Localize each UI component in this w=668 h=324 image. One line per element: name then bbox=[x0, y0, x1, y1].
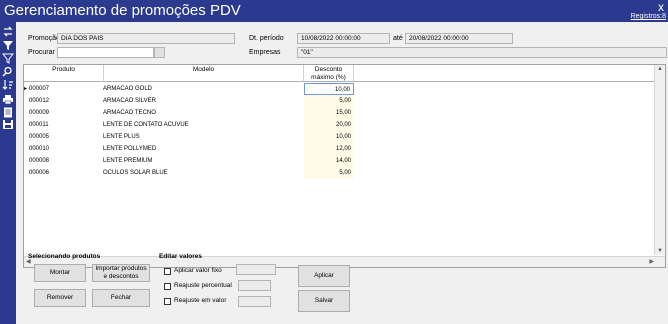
cell-produto[interactable]: 000009 bbox=[29, 107, 99, 119]
importar-button[interactable]: Importar produtos e descontos bbox=[92, 264, 150, 282]
side-toolbar bbox=[0, 22, 16, 324]
empresas-label: Empresas bbox=[249, 49, 281, 56]
procurar-input[interactable] bbox=[57, 47, 154, 58]
valor-fixo-input[interactable] bbox=[236, 264, 276, 275]
periodo-de-field[interactable]: 10/08/2022 00:00:00 bbox=[297, 33, 390, 44]
empresas-field[interactable]: "01" bbox=[297, 47, 667, 58]
cell-modelo[interactable]: ARMACAO SILVER bbox=[103, 95, 303, 107]
periodo-ate-field[interactable]: 20/08/2022 00:00:00 bbox=[405, 33, 513, 44]
cell-modelo[interactable]: LENTE DE CONTATO ACUVUE bbox=[103, 119, 303, 131]
table-row[interactable]: 000008 LENTE PREMIUM 14,00 bbox=[24, 155, 654, 167]
cell-desconto[interactable]: 10,00 bbox=[304, 83, 354, 95]
cell-produto[interactable]: 000011 bbox=[29, 119, 99, 131]
scroll-right-icon[interactable]: ▶ bbox=[649, 258, 654, 265]
cell-modelo[interactable]: ARMACAO GOLD bbox=[103, 83, 303, 95]
fechar-button[interactable]: Fechar bbox=[92, 289, 150, 307]
cell-modelo[interactable]: LENTE PREMIUM bbox=[103, 155, 303, 167]
aplicar-valor-fixo-checkbox[interactable] bbox=[164, 268, 171, 275]
montar-button[interactable]: Montar bbox=[34, 264, 86, 282]
title-bar: Gerenciamento de promoções PDV x Registr… bbox=[0, 0, 668, 22]
header-filler bbox=[354, 65, 654, 82]
scroll-up-icon[interactable]: ▲ bbox=[657, 66, 663, 72]
table-row[interactable]: 000009 ARMACAO TECNO 15,00 bbox=[24, 107, 654, 119]
table-row[interactable]: 000006 OCULOS SOLAR BLUE 5,00 bbox=[24, 167, 654, 179]
save-icon[interactable] bbox=[2, 119, 14, 130]
products-grid[interactable]: Produto Modelo Desconto máximo (%) ▸ 0000… bbox=[23, 64, 666, 268]
cell-produto[interactable]: 000012 bbox=[29, 95, 99, 107]
ate-label: até bbox=[393, 35, 403, 42]
main-area: Promoção DIA DOS PAIS Procurar Dt. perío… bbox=[16, 22, 668, 324]
cell-modelo[interactable]: LENTE PLUS bbox=[103, 131, 303, 143]
scroll-down-icon[interactable]: ▼ bbox=[657, 248, 663, 254]
aplicar-button[interactable]: Aplicar bbox=[298, 265, 350, 287]
window-title: Gerenciamento de promoções PDV bbox=[4, 2, 241, 19]
row-pointer-icon: ▸ bbox=[24, 86, 28, 92]
salvar-button[interactable]: Salvar bbox=[298, 290, 350, 312]
cell-modelo[interactable]: OCULOS SOLAR BLUE bbox=[103, 167, 303, 179]
sort-icon[interactable] bbox=[2, 79, 14, 90]
header-produto[interactable]: Produto bbox=[24, 65, 104, 82]
vertical-scrollbar[interactable]: ▲ ▼ bbox=[654, 65, 665, 255]
close-button[interactable]: x bbox=[658, 0, 664, 14]
promocao-field[interactable]: DIA DOS PAIS bbox=[57, 33, 235, 44]
cell-produto[interactable]: 000008 bbox=[29, 155, 99, 167]
header-modelo[interactable]: Modelo bbox=[104, 65, 304, 82]
promocao-label: Promoção bbox=[28, 35, 60, 42]
periodo-label: Dt. período bbox=[249, 35, 284, 42]
cell-produto[interactable]: 000005 bbox=[29, 131, 99, 143]
cell-desconto[interactable]: 20,00 bbox=[304, 119, 354, 131]
registros-link[interactable]: Registros:8 bbox=[631, 13, 666, 20]
reajuste-percentual-input[interactable] bbox=[238, 280, 271, 291]
reajuste-percentual-label: Reajuste percentual bbox=[174, 282, 232, 289]
cell-modelo[interactable]: ARMACAO TECNO bbox=[103, 107, 303, 119]
procurar-button[interactable] bbox=[154, 47, 165, 58]
cell-produto[interactable]: 000010 bbox=[29, 143, 99, 155]
procurar-label: Procurar bbox=[28, 49, 55, 56]
selecionando-title: Selecionando produtos bbox=[28, 253, 101, 260]
transfer-icon[interactable] bbox=[2, 26, 14, 37]
cell-produto[interactable]: 000006 bbox=[29, 167, 99, 179]
table-row[interactable]: ▸ 000007 ARMACAO GOLD 10,00 bbox=[24, 83, 654, 95]
table-row[interactable]: 000005 LENTE PLUS 10,00 bbox=[24, 131, 654, 143]
cell-desconto[interactable]: 5,00 bbox=[304, 167, 354, 179]
cell-desconto[interactable]: 5,00 bbox=[304, 95, 354, 107]
reajuste-em-valor-input[interactable] bbox=[238, 296, 271, 307]
reajuste-em-valor-checkbox[interactable] bbox=[164, 298, 171, 305]
document-icon[interactable] bbox=[2, 107, 14, 118]
editar-title: Editar valores bbox=[159, 253, 202, 260]
filter-outline-icon[interactable] bbox=[2, 53, 14, 64]
reajuste-em-valor-label: Reajuste em valor bbox=[174, 297, 227, 304]
print-icon[interactable] bbox=[2, 94, 14, 105]
cell-desconto[interactable]: 10,00 bbox=[304, 131, 354, 143]
table-row[interactable]: 000011 LENTE DE CONTATO ACUVUE 20,00 bbox=[24, 119, 654, 131]
aplicar-valor-fixo-label: Aplicar valor fixo bbox=[174, 267, 222, 274]
table-row[interactable]: 000010 LENTE POLLYMED 12,00 bbox=[24, 143, 654, 155]
cell-desconto[interactable]: 15,00 bbox=[304, 107, 354, 119]
cell-desconto[interactable]: 12,00 bbox=[304, 143, 354, 155]
cell-modelo[interactable]: LENTE POLLYMED bbox=[103, 143, 303, 155]
cell-desconto[interactable]: 14,00 bbox=[304, 155, 354, 167]
search-icon[interactable] bbox=[2, 66, 14, 77]
table-row[interactable]: 000012 ARMACAO SILVER 5,00 bbox=[24, 95, 654, 107]
cell-produto[interactable]: 000007 bbox=[29, 83, 99, 95]
reajuste-percentual-checkbox[interactable] bbox=[164, 283, 171, 290]
header-desconto[interactable]: Desconto máximo (%) bbox=[304, 65, 354, 82]
remover-button[interactable]: Remover bbox=[34, 289, 86, 307]
filter-icon[interactable] bbox=[2, 40, 14, 51]
